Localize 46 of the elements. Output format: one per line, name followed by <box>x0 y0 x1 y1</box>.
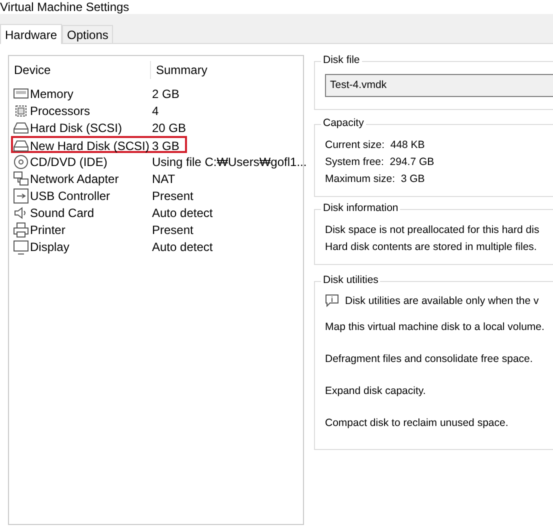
notice-text: Disk utilities are available only when the v <box>345 294 539 306</box>
column-header[interactable]: Device <box>13 63 150 77</box>
device-item[interactable]: Display <box>13 239 70 255</box>
group-title: Disk file <box>321 54 362 66</box>
window-title: Virtual Machine Settings <box>0 0 130 14</box>
device-summary: Present <box>151 189 194 203</box>
device-item[interactable]: Network Adapter <box>13 171 119 187</box>
info-text: Current size: 448 KB <box>325 138 426 153</box>
info-text: System free: 294.7 GB <box>325 155 436 170</box>
device-item[interactable]: Processors <box>13 103 90 119</box>
network-icon <box>13 171 29 187</box>
device-item[interactable]: Memory <box>13 86 74 102</box>
info-icon <box>325 294 339 307</box>
utility-action: Map this virtual machine disk to a local volume. <box>325 321 546 335</box>
group-title: Disk utilities <box>321 274 380 286</box>
utility-action: Expand disk capacity. <box>325 385 427 399</box>
info-text: Hard disk contents are stored in multiple files. <box>325 240 538 255</box>
device-item[interactable]: CD/DVD (IDE) <box>13 154 108 170</box>
info-text: Disk space is not preallocated for this hard dis <box>325 223 540 238</box>
column-header[interactable]: Summary <box>150 61 296 79</box>
device-summary: Using file C:₩Users₩gofl1... <box>151 155 307 169</box>
device-summary: Auto detect <box>151 206 213 220</box>
monitor-icon <box>13 239 29 255</box>
device-summary: 20 GB <box>151 121 186 135</box>
device-item[interactable]: New Hard Disk (SCSI) <box>13 138 150 154</box>
disk-file-field[interactable]: Test-4.vmdk <box>325 74 553 97</box>
device-summary: 2 GB <box>151 87 180 101</box>
tab[interactable]: Options <box>62 25 114 43</box>
utility-action: Compact disk to reclaim unused space. <box>325 417 510 431</box>
group-title: Capacity <box>321 117 366 129</box>
tab[interactable]: Hardware <box>0 24 62 44</box>
printer-icon <box>13 222 29 238</box>
device-summary: Auto detect <box>151 240 213 254</box>
utility-action: Defragment files and consolidate free space. <box>325 353 534 367</box>
device-item[interactable]: Hard Disk (SCSI) <box>13 120 122 136</box>
disc-icon <box>13 154 29 170</box>
device-summary: 4 <box>151 104 159 118</box>
info-text: Maximum size: 3 GB <box>325 172 426 187</box>
group-title: Disk information <box>321 202 400 214</box>
usb-icon <box>13 188 29 204</box>
device-summary: Present <box>151 223 194 237</box>
device-item[interactable]: Printer <box>13 222 66 238</box>
device-item[interactable]: USB Controller <box>13 188 110 204</box>
device-summary: 3 GB <box>151 139 180 153</box>
device-item[interactable]: Sound Card <box>13 205 94 221</box>
device-summary: NAT <box>151 172 176 186</box>
